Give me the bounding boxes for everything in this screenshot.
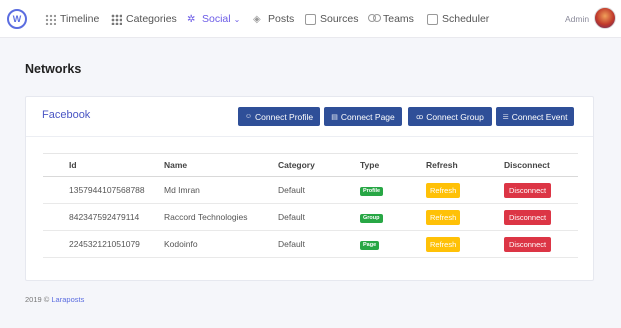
cell-disconnect: Disconnect: [504, 176, 578, 204]
cell-category: Default: [278, 203, 360, 231]
page-icon: ▤: [331, 113, 338, 121]
type-badge: Group: [360, 213, 383, 223]
network-card: Facebook ☺ Connect Profile ▤ Connect Pag…: [25, 96, 594, 281]
header-name: Name: [164, 153, 278, 177]
card-title: Facebook: [42, 109, 91, 121]
calendar-icon: [427, 13, 438, 25]
nav-posts-label: Posts: [268, 13, 295, 25]
header-refresh: Refresh: [426, 153, 504, 177]
top-navbar: W Timeline Categories ✲ Social ⌄ ◈ Posts…: [0, 0, 621, 38]
refresh-button[interactable]: Refresh: [426, 182, 461, 198]
cell-disconnect: Disconnect: [504, 203, 578, 231]
cell-name: Md Imran: [164, 176, 278, 204]
logo[interactable]: W: [7, 9, 27, 29]
network-icon: ✲: [187, 13, 196, 25]
nav-teams-label: Teams: [383, 13, 414, 25]
user-icon: ☺: [244, 113, 253, 120]
connect-group-label: Connect Group: [426, 111, 484, 122]
cell-id: 1357944107568788: [43, 176, 164, 204]
nav-scheduler[interactable]: Scheduler: [427, 11, 489, 27]
nav-sources[interactable]: Sources: [305, 11, 359, 27]
disconnect-button[interactable]: Disconnect: [504, 182, 552, 198]
page-title: Networks: [25, 62, 82, 76]
chevron-down-icon: ⌄: [233, 14, 241, 24]
table-row: 224532121051079 Kodoinfo Default Page Re…: [43, 230, 578, 258]
connect-event-label: Connect Event: [511, 111, 568, 122]
footer: 2019 © Laraposts: [25, 295, 84, 304]
nav-timeline[interactable]: Timeline: [45, 11, 99, 27]
type-badge: Profile: [360, 186, 384, 196]
nav-social[interactable]: ✲ Social ⌄: [187, 11, 240, 27]
connect-event-button[interactable]: ☰ Connect Event: [496, 107, 574, 126]
grid-icon: [45, 13, 56, 25]
cell-type: Profile: [360, 176, 426, 204]
table-row: 1357944107568788 Md Imran Default Profil…: [43, 176, 578, 204]
grid-icon: [111, 13, 122, 25]
cell-type: Group: [360, 203, 426, 231]
refresh-button[interactable]: Refresh: [426, 236, 461, 252]
monitor-icon: [305, 13, 316, 25]
cell-name: Kodoinfo: [164, 230, 278, 258]
layers-icon: ◈: [253, 13, 261, 25]
header-disconnect: Disconnect: [504, 153, 578, 177]
cell-category: Default: [278, 230, 360, 258]
nav-scheduler-label: Scheduler: [442, 13, 490, 25]
disconnect-button[interactable]: Disconnect: [504, 236, 552, 252]
avatar[interactable]: [594, 7, 616, 29]
table-row: 842347592479114 Raccord Technologies Def…: [43, 203, 578, 231]
admin-label: Admin: [565, 14, 590, 24]
footer-text: 2019 ©: [25, 295, 50, 304]
cell-id: 842347592479114: [43, 203, 164, 231]
cell-refresh: Refresh: [426, 203, 504, 231]
nav-timeline-label: Timeline: [60, 13, 100, 25]
connect-group-button[interactable]: ꝏ Connect Group: [408, 107, 492, 126]
cell-refresh: Refresh: [426, 176, 504, 204]
people-icon: [368, 13, 381, 25]
networks-table: Id Name Category Type Refresh Disconnect…: [43, 153, 578, 258]
cell-type: Page: [360, 230, 426, 258]
connect-profile-label: Connect Profile: [255, 111, 314, 122]
nav-teams[interactable]: Teams: [368, 11, 414, 27]
cell-refresh: Refresh: [426, 230, 504, 258]
header-category: Category: [278, 153, 360, 177]
nav-categories-label: Categories: [126, 13, 177, 25]
list-icon: ☰: [502, 113, 509, 121]
connect-page-button[interactable]: ▤ Connect Page: [324, 107, 402, 126]
type-badge: Page: [360, 240, 380, 250]
header-type: Type: [360, 153, 426, 177]
disconnect-button[interactable]: Disconnect: [504, 209, 552, 225]
connect-profile-button[interactable]: ☺ Connect Profile: [238, 107, 320, 126]
cell-id: 224532121051079: [43, 230, 164, 258]
cell-disconnect: Disconnect: [504, 230, 578, 258]
cell-category: Default: [278, 176, 360, 204]
table-header-row: Id Name Category Type Refresh Disconnect: [43, 153, 578, 177]
nav-categories[interactable]: Categories: [111, 11, 177, 27]
footer-link[interactable]: Laraposts: [51, 295, 84, 304]
nav-sources-label: Sources: [320, 13, 359, 25]
connect-page-label: Connect Page: [340, 111, 395, 122]
nav-posts[interactable]: ◈ Posts: [253, 11, 294, 27]
header-id: Id: [43, 153, 164, 177]
refresh-button[interactable]: Refresh: [426, 209, 461, 225]
logo-mark: W: [12, 14, 22, 24]
card-header: Facebook ☺ Connect Profile ▤ Connect Pag…: [26, 97, 593, 137]
nav-social-label: Social: [202, 13, 231, 25]
group-icon: ꝏ: [416, 113, 424, 121]
cell-name: Raccord Technologies: [164, 203, 278, 231]
